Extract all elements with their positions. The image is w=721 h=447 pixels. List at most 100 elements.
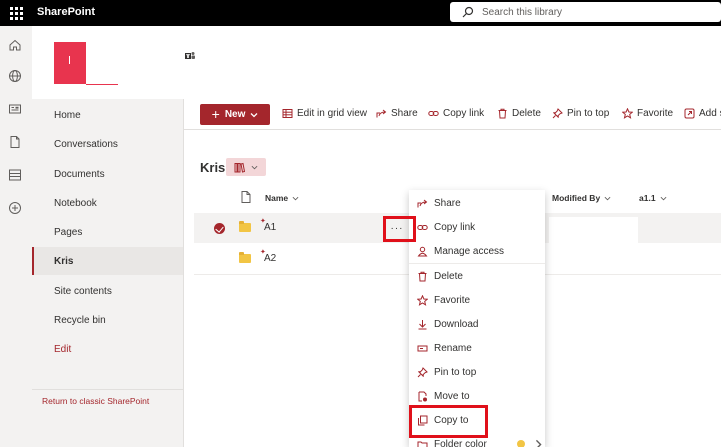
home-icon[interactable] xyxy=(8,38,22,52)
search-icon xyxy=(462,6,474,18)
folder-color-swatch xyxy=(517,440,525,447)
delete-label: Delete xyxy=(512,108,541,119)
more-actions-button[interactable]: ··· xyxy=(387,221,407,235)
folder-color-icon xyxy=(417,441,428,447)
app-name[interactable]: SharePoint xyxy=(37,6,95,18)
menu-item-manage-access[interactable]: Manage access xyxy=(409,239,545,263)
menu-item-folder-color[interactable]: Folder color xyxy=(409,432,545,447)
copy-icon xyxy=(418,415,428,425)
chevron-right-icon xyxy=(535,439,542,447)
chevron-down-icon xyxy=(250,112,258,117)
menu-item-label: Copy link xyxy=(434,221,476,233)
nav-item-documents[interactable]: Documents xyxy=(32,160,183,188)
app-launcher-icon[interactable] xyxy=(8,5,24,21)
row-name[interactable]: A2 xyxy=(264,253,276,264)
column-header-name[interactable]: Name xyxy=(265,193,299,203)
menu-item-delete[interactable]: Delete xyxy=(409,264,545,288)
menu-item-label: Move to xyxy=(434,390,470,402)
add-shortcut-button[interactable]: Add s xyxy=(684,108,721,119)
nav-item-site-contents[interactable]: Site contents xyxy=(32,277,183,305)
teams-icon[interactable] xyxy=(184,50,196,62)
search-box[interactable]: Search this library xyxy=(450,2,721,22)
chevron-down-icon xyxy=(292,196,299,200)
menu-item-label: Share xyxy=(434,197,461,209)
nav-divider xyxy=(32,389,183,390)
share-icon xyxy=(376,109,387,118)
file-type-icon[interactable] xyxy=(241,191,251,203)
chevron-down-icon xyxy=(660,196,666,200)
nav-item-recycle-bin[interactable]: Recycle bin xyxy=(32,306,183,334)
app-rail xyxy=(0,26,32,447)
menu-item-label: Pin to top xyxy=(434,366,477,378)
star-icon xyxy=(622,108,633,119)
nav-item-kris[interactable]: Kris xyxy=(32,247,183,275)
menu-item-rename[interactable]: Rename xyxy=(409,336,545,360)
site-logo[interactable] xyxy=(54,42,118,85)
trash-icon xyxy=(498,108,507,119)
nav-item-notebook[interactable]: Notebook xyxy=(32,189,183,217)
lists-icon[interactable] xyxy=(8,168,22,182)
column-header-name-label: Name xyxy=(265,193,289,203)
row-selected-check-icon[interactable] xyxy=(214,223,225,234)
nav-item-pages[interactable]: Pages xyxy=(32,218,183,246)
view-switcher-button[interactable] xyxy=(226,158,266,176)
add-shortcut-label: Add s xyxy=(699,108,721,119)
library-icon xyxy=(234,162,245,173)
star-icon xyxy=(417,294,428,306)
menu-item-label: Favorite xyxy=(434,294,471,306)
menu-item-copy-to[interactable]: Copy to xyxy=(409,408,545,432)
delete-button[interactable]: Delete xyxy=(497,108,541,119)
pin-to-top-label: Pin to top xyxy=(567,108,610,119)
menu-item-label: Manage access xyxy=(434,245,505,257)
favorite-button[interactable]: Favorite xyxy=(622,108,673,119)
row-name[interactable]: A1 xyxy=(264,222,276,233)
chevron-down-icon xyxy=(251,165,258,169)
grid-icon xyxy=(282,109,293,118)
folder-icon xyxy=(239,252,251,263)
share-button[interactable]: Share xyxy=(376,108,418,119)
search-placeholder: Search this library xyxy=(482,6,563,18)
edit-grid-view-label: Edit in grid view xyxy=(297,108,368,119)
menu-item-move-to[interactable]: Move to xyxy=(409,384,545,408)
menu-item-favorite[interactable]: Favorite xyxy=(409,288,545,312)
menu-item-label: Rename xyxy=(434,342,472,354)
link-icon xyxy=(428,111,439,116)
nav-item-home[interactable]: Home xyxy=(32,101,183,129)
menu-item-label: Delete xyxy=(434,270,463,282)
favorite-label: Favorite xyxy=(637,108,674,119)
link-icon xyxy=(417,224,428,230)
files-icon[interactable] xyxy=(8,135,22,149)
return-to-classic-link[interactable]: Return to classic SharePoint xyxy=(42,396,149,406)
site-header xyxy=(32,26,721,99)
share-label: Share xyxy=(391,108,418,119)
nav-item-conversations[interactable]: Conversations xyxy=(32,130,183,158)
menu-item-label: Copy to xyxy=(434,414,469,426)
move-icon xyxy=(418,391,427,401)
pin-icon xyxy=(552,108,563,119)
modified-by-cell xyxy=(549,217,638,243)
chevron-down-icon xyxy=(604,196,611,200)
pin-to-top-button[interactable]: Pin to top xyxy=(552,108,609,119)
rename-icon xyxy=(417,345,428,351)
left-navigation: Home Conversations Documents Notebook Pa… xyxy=(32,99,184,447)
copy-link-button[interactable]: Copy link xyxy=(428,108,484,119)
menu-item-label: Folder color xyxy=(434,438,487,447)
menu-item-copy-link[interactable]: Copy link xyxy=(409,215,545,239)
column-header-modified-by[interactable]: Modified By xyxy=(552,193,611,203)
add-shortcut-icon xyxy=(684,108,695,119)
column-header-a11[interactable]: a1.1 xyxy=(639,193,667,203)
column-header-modified-by-label: Modified By xyxy=(552,193,601,203)
new-button[interactable]: + New xyxy=(200,104,270,125)
library-title: Kris xyxy=(200,160,226,175)
create-icon[interactable] xyxy=(8,201,22,215)
trash-icon xyxy=(418,271,427,281)
news-icon[interactable] xyxy=(8,102,22,116)
edit-grid-view-button[interactable]: Edit in grid view xyxy=(282,108,367,119)
new-button-label: New xyxy=(224,109,246,120)
command-bar: + New Edit in grid view Share Copy link … xyxy=(184,99,721,130)
nav-edit-link[interactable]: Edit xyxy=(32,335,183,363)
globe-icon[interactable] xyxy=(8,69,22,83)
menu-item-download[interactable]: Download xyxy=(409,312,545,336)
menu-item-share[interactable]: Share xyxy=(409,191,545,215)
menu-item-pin-to-top[interactable]: Pin to top xyxy=(409,360,545,384)
